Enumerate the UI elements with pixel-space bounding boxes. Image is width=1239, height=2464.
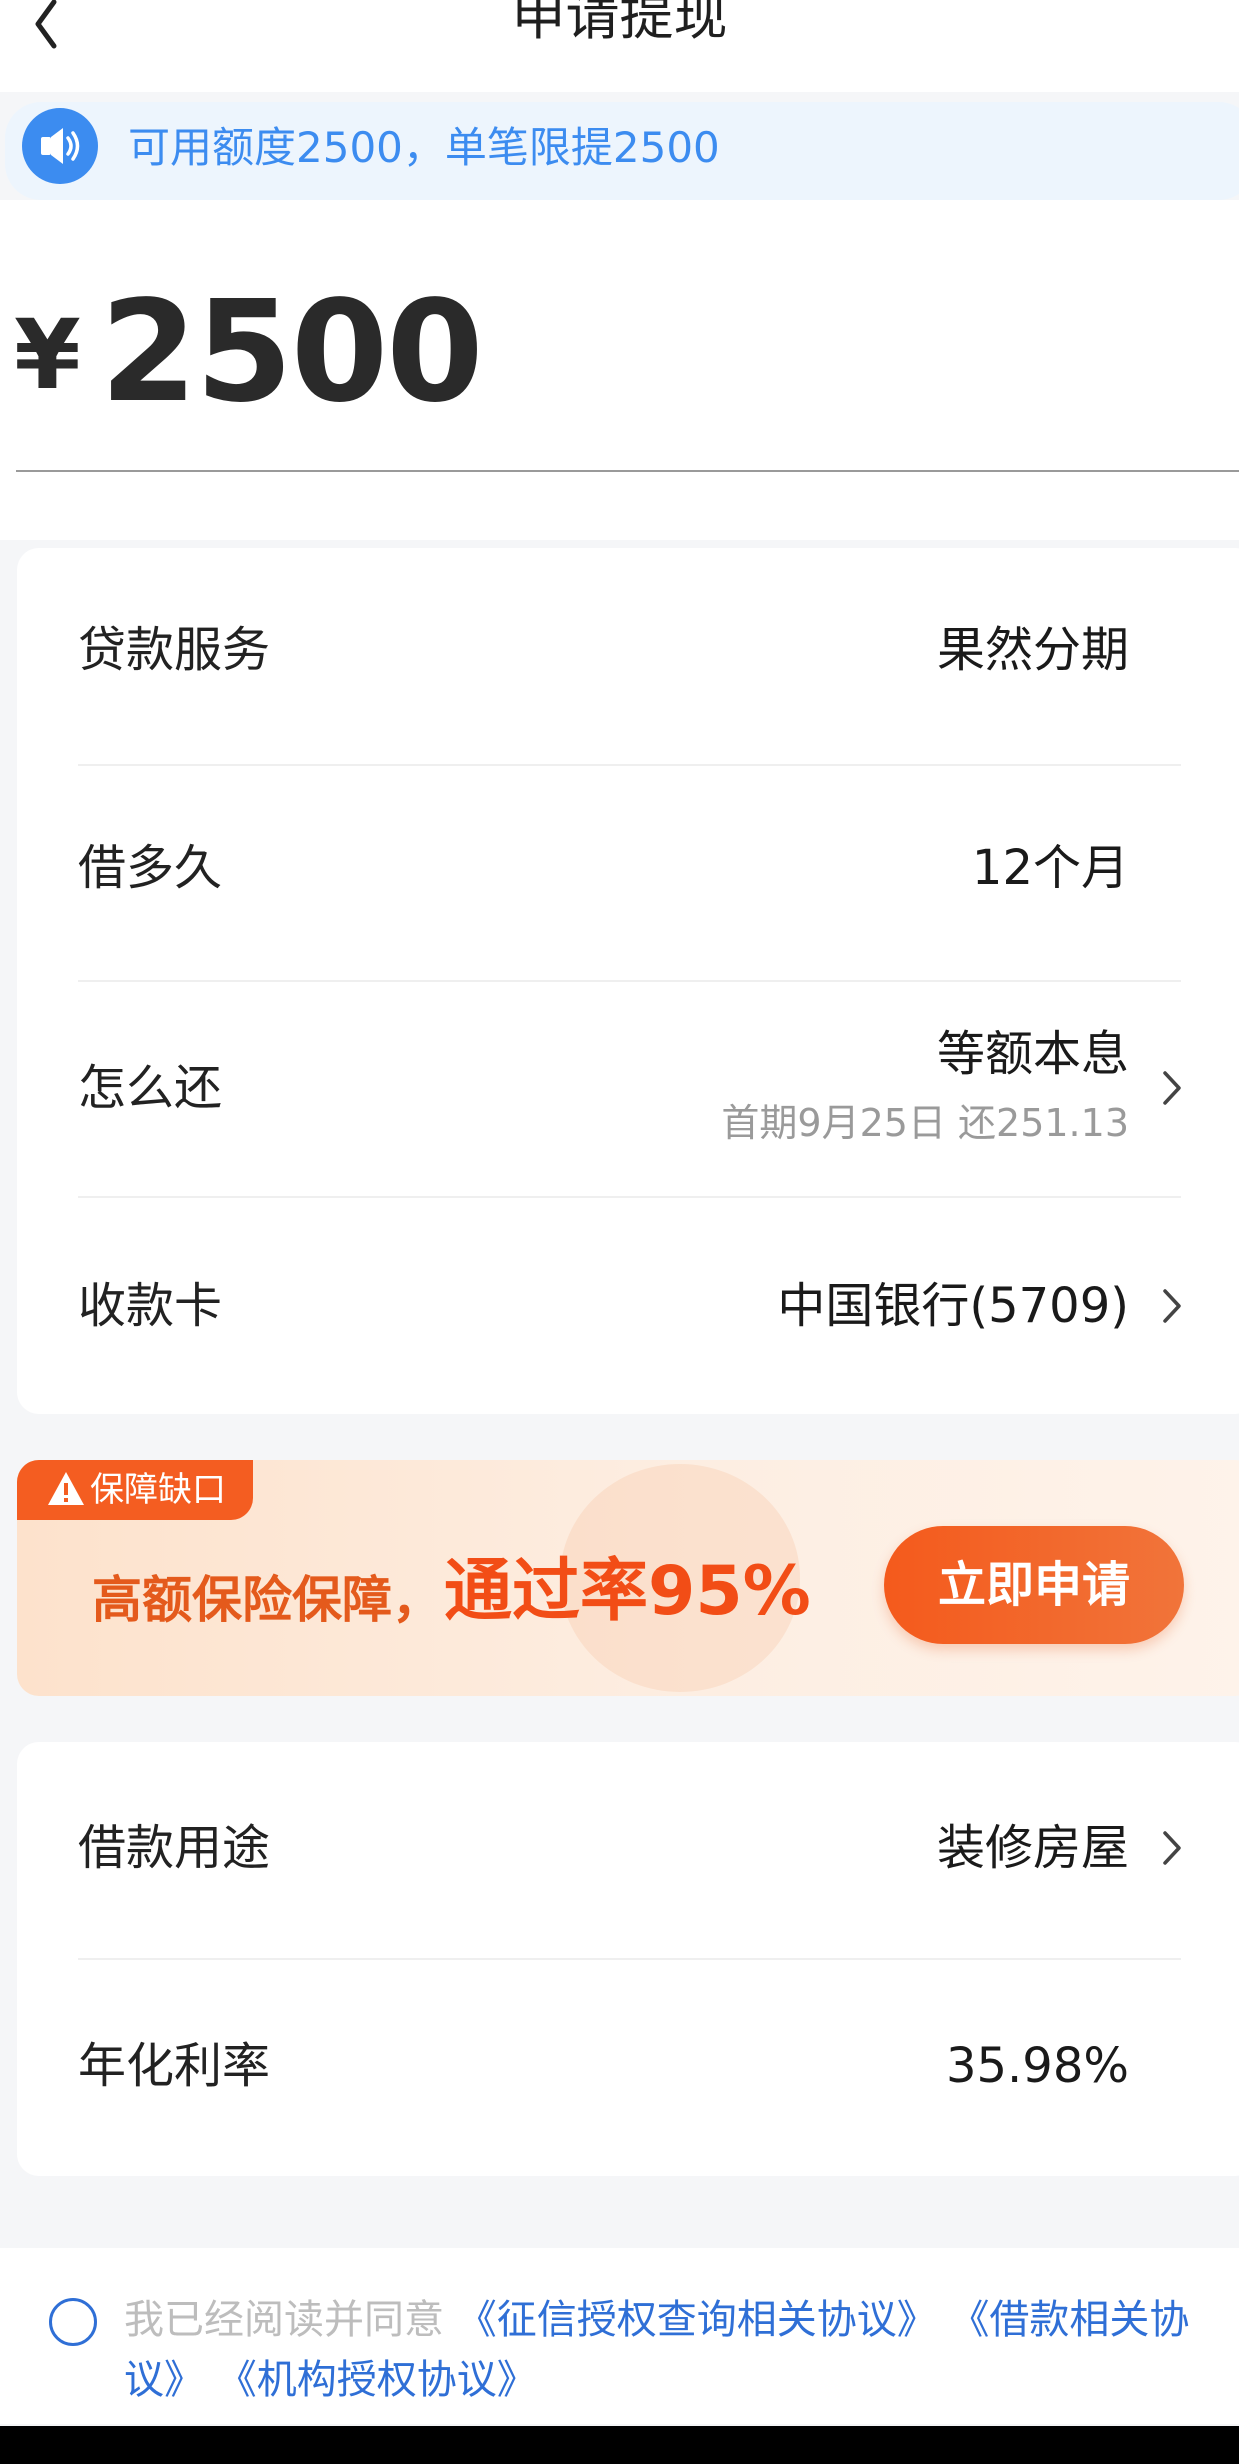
repayment-method-value[interactable]: 等额本息 (937, 1024, 1129, 1084)
loan-purpose-value[interactable]: 装修房屋 (937, 1818, 1129, 1878)
credit-authorization-link[interactable]: 《征信授权查询相关协议》 (457, 2297, 937, 2343)
promo-text: 高额保险保障， (92, 1571, 442, 1629)
page-title: 申请提现 (511, 0, 728, 47)
loan-service-value: 果然分期 (936, 622, 1129, 678)
agreement-prefix: 我已经阅读并同意 (124, 2297, 444, 2343)
loan-term-value: 12个月 (971, 840, 1129, 896)
loan-term-label: 借多久 (78, 840, 223, 896)
system-navigation-bar (0, 2426, 1239, 2464)
receiving-card-label: 收款卡 (78, 1278, 223, 1334)
row-divider (78, 1196, 1181, 1198)
institution-authorization-link[interactable]: 《机构授权协议》 (217, 2357, 537, 2403)
repayment-method-label: 怎么还 (78, 1060, 223, 1116)
agreement-text: 我已经阅读并同意 《征信授权查询相关协议》 《借款相关协议》 《机构授权协议》 (124, 2290, 1204, 2410)
promo-badge-text: 保障缺口 (90, 1470, 226, 1510)
warning-icon (46, 1470, 86, 1508)
amount-underline (16, 470, 1239, 472)
row-divider (78, 1958, 1181, 1960)
loan-service-label: 贷款服务 (78, 622, 271, 678)
row-divider (78, 980, 1181, 982)
amount-currency: ¥ (14, 299, 81, 411)
apply-now-button[interactable]: 立即申请 (884, 1526, 1184, 1644)
annual-rate-label: 年化利率 (78, 2038, 271, 2094)
chevron-right-icon[interactable] (1160, 1829, 1184, 1867)
row-divider (78, 764, 1181, 766)
agreement-checkbox[interactable] (48, 2297, 98, 2347)
notice-text: 可用额度2500，单笔限提2500 (128, 123, 720, 172)
chevron-right-icon[interactable] (1160, 1069, 1184, 1107)
promo-highlight-text: 通过率95% (444, 1552, 811, 1631)
amount-input[interactable]: 2500 (100, 278, 484, 428)
first-repayment-info: 首期9月25日 还251.13 (721, 1101, 1129, 1145)
annual-rate-value: 35.98% (945, 2038, 1129, 2094)
speaker-icon (22, 108, 98, 184)
receiving-card-value[interactable]: 中国银行(5709) (777, 1276, 1129, 1336)
chevron-right-icon[interactable] (1160, 1287, 1184, 1325)
loan-purpose-label: 借款用途 (78, 1820, 271, 1876)
